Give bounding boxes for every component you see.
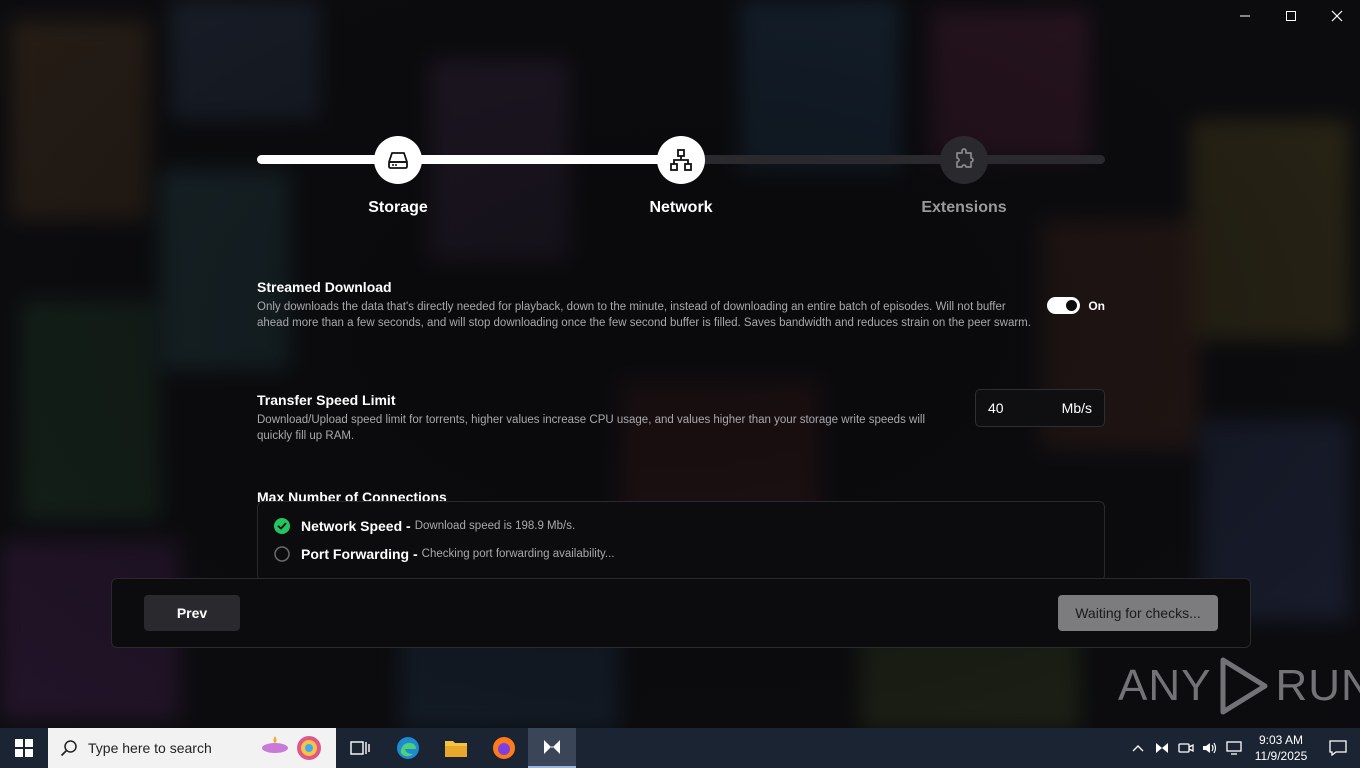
tray-app-button[interactable]: [1150, 728, 1174, 768]
system-tray: 9:03 AM 11/9/2025: [1126, 728, 1360, 768]
firefox-icon: [493, 737, 515, 759]
check-name: Network Speed -: [301, 518, 411, 534]
streamed-download-toggle-wrap: On: [1047, 297, 1105, 314]
toggle-state-label: On: [1088, 298, 1105, 313]
speaker-icon: [1203, 742, 1217, 754]
network-icon: [670, 149, 692, 171]
check-network-speed: Network Speed - Download speed is 198.9 …: [274, 518, 575, 534]
clock-time: 9:03 AM: [1258, 733, 1304, 747]
step-label-extensions: Extensions: [921, 199, 1007, 216]
transfer-speed-input[interactable]: 40 Mb/s: [975, 389, 1105, 427]
setting-description: Download/Upload speed limit for torrents…: [257, 414, 925, 442]
search-placeholder: Type here to search: [88, 740, 212, 756]
app-taskbar-button[interactable]: [528, 728, 576, 768]
setting-streamed-download: Streamed Download Only downloads the dat…: [257, 279, 1105, 331]
step-label-storage: Storage: [368, 199, 428, 216]
network-checks-panel: Network Speed - Download speed is 198.9 …: [257, 501, 1105, 581]
notifications-button[interactable]: [1316, 728, 1360, 768]
puzzle-icon: [956, 148, 974, 168]
chevron-up-icon: [1132, 745, 1144, 752]
waiting-for-checks-button[interactable]: Waiting for checks...: [1058, 595, 1218, 631]
firefox-taskbar-button[interactable]: [480, 728, 528, 768]
edge-browser-icon: [397, 737, 419, 759]
rangoli-icon: [296, 736, 321, 760]
maximize-button[interactable]: [1268, 0, 1314, 32]
minimize-button[interactable]: [1222, 0, 1268, 32]
transfer-speed-unit: Mb/s: [1061, 400, 1092, 416]
check-passed-icon: [274, 518, 290, 534]
setting-description: Only downloads the data that's directly …: [257, 301, 1031, 329]
app-tray-icon: [1156, 743, 1168, 753]
check-pending-icon: [274, 546, 290, 562]
app-logo-icon: [544, 740, 560, 754]
stepper-progress: [257, 155, 681, 164]
check-detail: Checking port forwarding availability...: [421, 548, 615, 560]
file-explorer-taskbar-button[interactable]: [432, 728, 480, 768]
search-highlight: [260, 733, 324, 763]
step-label-network: Network: [649, 199, 713, 216]
volume-button[interactable]: [1198, 728, 1222, 768]
webcam-icon: [1178, 743, 1194, 753]
meet-now-button[interactable]: [1174, 728, 1198, 768]
close-icon: [1331, 10, 1343, 22]
check-port-forwarding: Port Forwarding - Checking port forwardi…: [274, 546, 615, 562]
check-name: Port Forwarding -: [301, 546, 418, 562]
step-network[interactable]: [657, 136, 705, 184]
watermark-text-left: ANY: [1118, 661, 1212, 710]
streamed-download-toggle[interactable]: [1047, 297, 1081, 314]
diya-lamp-icon: [261, 736, 288, 753]
search-icon: [60, 740, 77, 757]
taskbar-search-box[interactable]: Type here to search: [48, 728, 336, 768]
check-detail: Download speed is 198.9 Mb/s.: [414, 520, 576, 532]
network-tray-icon: [1226, 741, 1242, 755]
taskbar-clock[interactable]: 9:03 AM 11/9/2025: [1246, 732, 1316, 764]
task-view-icon: [350, 741, 370, 755]
wizard-footer: Prev Waiting for checks...: [111, 578, 1251, 648]
task-view-button[interactable]: [336, 728, 384, 768]
window-controls: [1222, 0, 1360, 32]
windows-logo-icon: [15, 739, 33, 757]
minimize-icon: [1240, 15, 1250, 17]
windows-taskbar: Type here to search 9:03 AM 11/9/2025: [0, 728, 1360, 768]
transfer-speed-value: 40: [988, 400, 1004, 416]
watermark-text-right: RUN: [1275, 661, 1360, 710]
close-button[interactable]: [1314, 0, 1360, 32]
start-button[interactable]: [0, 728, 48, 768]
anyrun-watermark: ANY RUN: [1118, 656, 1360, 716]
network-tray-button[interactable]: [1222, 728, 1246, 768]
setting-title: Streamed Download: [257, 279, 392, 295]
prev-button[interactable]: Prev: [144, 595, 240, 631]
step-storage[interactable]: [374, 136, 422, 184]
setup-stepper: Storage Network Extensions: [257, 135, 1105, 235]
notification-icon: [1329, 740, 1347, 756]
step-extensions[interactable]: [940, 136, 988, 184]
maximize-icon: [1286, 11, 1296, 21]
clock-date: 11/9/2025: [1254, 749, 1308, 763]
show-hidden-icons-button[interactable]: [1126, 728, 1150, 768]
edge-taskbar-button[interactable]: [384, 728, 432, 768]
folder-icon: [445, 741, 467, 757]
play-logo-icon: [1220, 657, 1268, 715]
hard-drive-icon: [388, 152, 408, 169]
setting-transfer-speed-limit: Transfer Speed Limit Download/Upload spe…: [257, 389, 1105, 444]
